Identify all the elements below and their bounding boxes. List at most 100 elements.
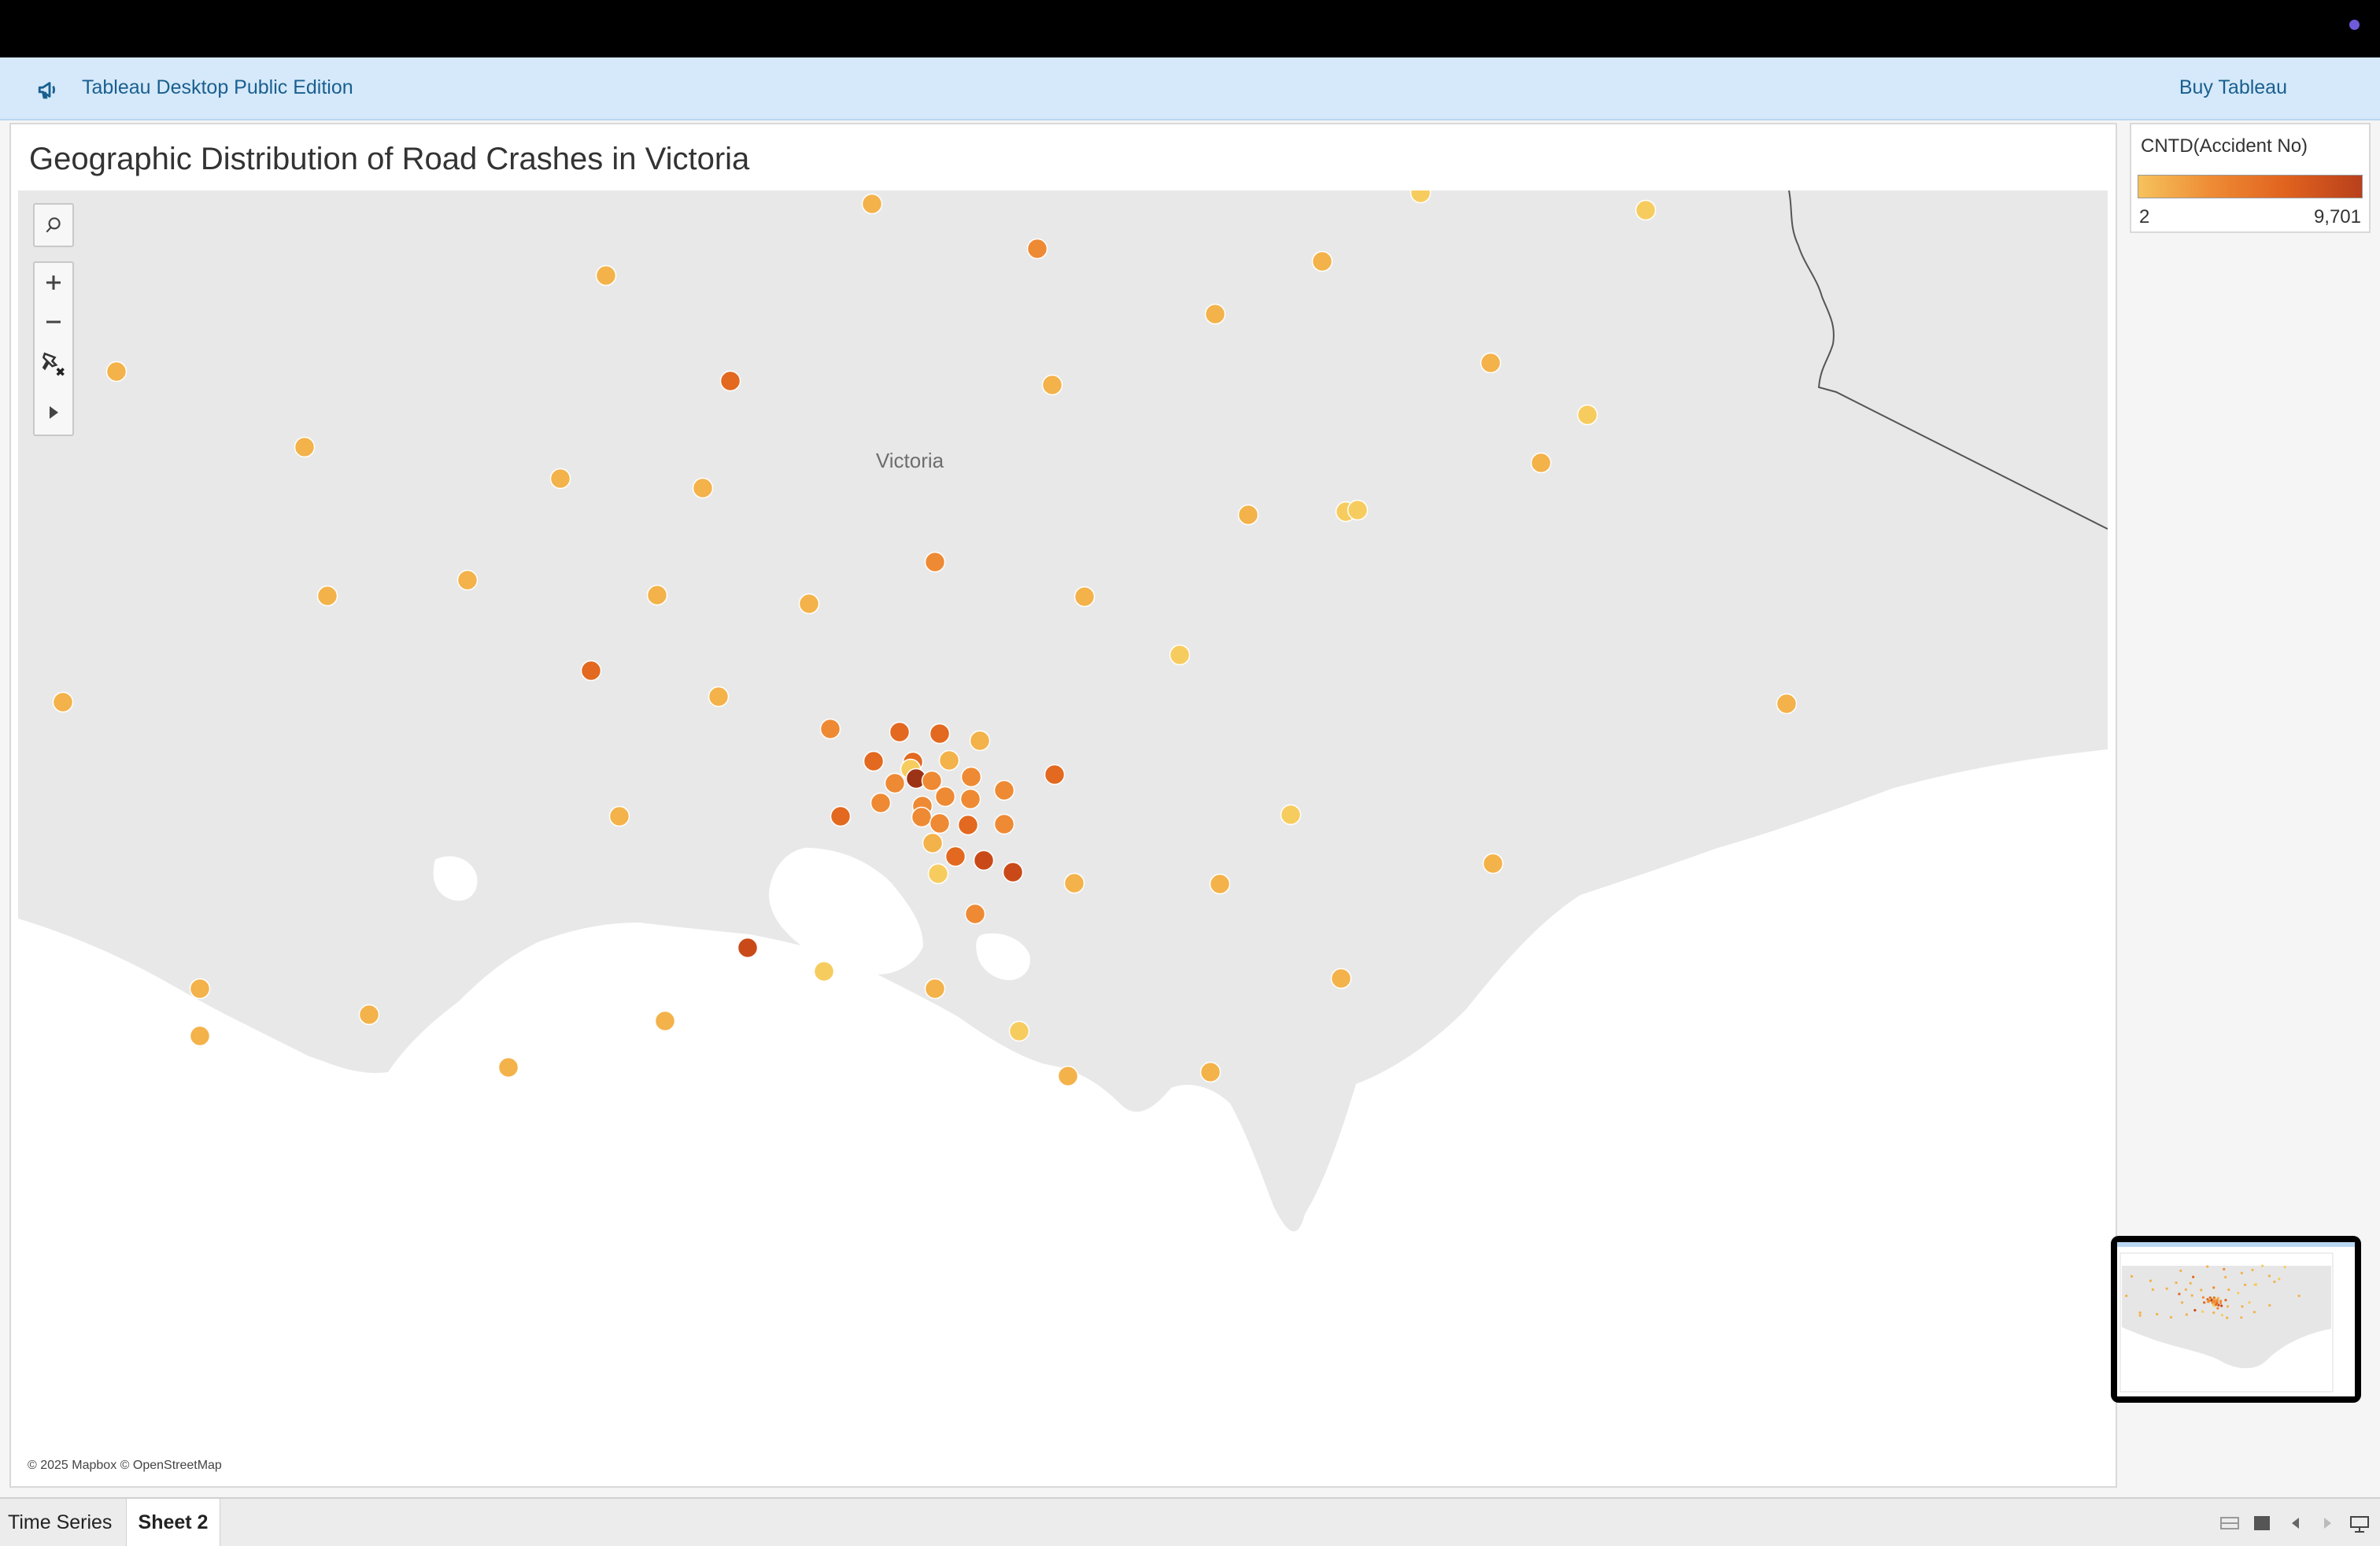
crash-point[interactable] (1635, 199, 1657, 221)
crash-point[interactable] (929, 812, 951, 834)
thumbnail-point (2200, 1289, 2203, 1292)
crash-point[interactable] (595, 264, 617, 287)
tab-sheet-2[interactable]: Sheet 2 (126, 1499, 220, 1546)
crash-point[interactable] (861, 193, 883, 215)
map-search-tool[interactable] (33, 203, 74, 247)
crash-point[interactable] (358, 1004, 380, 1026)
crash-point[interactable] (1008, 1020, 1030, 1042)
crash-point[interactable] (456, 569, 479, 591)
crash-point[interactable] (870, 792, 892, 814)
search-icon[interactable] (35, 205, 72, 246)
crash-point[interactable] (1057, 1065, 1079, 1087)
crash-point[interactable] (993, 779, 1015, 801)
crash-point[interactable] (1044, 764, 1066, 786)
crash-point[interactable] (316, 585, 338, 607)
clear-pin-icon[interactable] (35, 342, 72, 386)
crash-point[interactable] (813, 960, 835, 982)
crash-point[interactable] (737, 937, 759, 959)
crash-point[interactable] (1002, 861, 1024, 883)
next-sheet-icon[interactable] (2320, 1515, 2334, 1532)
crash-point[interactable] (52, 691, 74, 713)
crash-point[interactable] (1530, 452, 1552, 474)
presentation-mode-icon[interactable] (2349, 1515, 2371, 1533)
crash-point[interactable] (863, 750, 885, 772)
crash-point[interactable] (1169, 644, 1191, 666)
map-attribution[interactable]: © 2025 Mapbox © OpenStreetMap (28, 1459, 222, 1473)
window-thumbnail[interactable] (2111, 1236, 2361, 1403)
crash-point[interactable] (830, 805, 852, 827)
crash-point[interactable] (964, 903, 986, 925)
crash-point[interactable] (1041, 374, 1063, 396)
zoom-in-icon[interactable] (35, 263, 72, 302)
crash-point[interactable] (1026, 238, 1048, 260)
crash-point[interactable] (1347, 499, 1369, 521)
color-legend[interactable]: CNTD(Accident No) 2 9,701 (2130, 123, 2371, 233)
crash-point[interactable] (798, 593, 820, 615)
map-canvas[interactable]: Victoria (18, 190, 2108, 1477)
crash-point[interactable] (189, 978, 211, 1000)
crash-point[interactable] (924, 551, 946, 573)
crash-point[interactable] (294, 436, 316, 458)
crash-point[interactable] (884, 772, 906, 794)
crash-point[interactable] (1199, 1061, 1221, 1083)
legend-min-label: 2 (2139, 206, 2150, 227)
crash-point[interactable] (1063, 872, 1085, 894)
map-view[interactable]: Victoria (18, 190, 2108, 1477)
tab-time-series[interactable]: Time Series (8, 1499, 112, 1546)
crash-point[interactable] (1480, 352, 1502, 374)
crash-point[interactable] (959, 788, 981, 810)
crash-point[interactable] (1074, 586, 1096, 608)
crash-point[interactable] (1482, 853, 1504, 875)
crash-point[interactable] (927, 863, 949, 885)
crash-point[interactable] (608, 805, 630, 827)
buy-tableau-link[interactable]: Buy Tableau (2179, 76, 2287, 99)
zoom-out-icon[interactable] (35, 302, 72, 342)
crash-point[interactable] (1209, 873, 1231, 895)
crash-point[interactable] (922, 832, 944, 854)
crash-point[interactable] (549, 468, 571, 490)
crash-point[interactable] (497, 1056, 519, 1078)
thumbnail-point (2217, 1304, 2220, 1307)
crash-point[interactable] (1311, 250, 1333, 272)
crash-point[interactable] (973, 849, 995, 871)
crash-point[interactable] (646, 584, 668, 606)
thumbnail-point (2206, 1297, 2209, 1301)
crash-point[interactable] (1330, 967, 1352, 989)
thumbnail-point (2212, 1304, 2216, 1307)
crash-point[interactable] (692, 477, 714, 499)
crash-point[interactable] (944, 845, 966, 867)
thumbnail-point (2216, 1307, 2219, 1310)
crash-point[interactable] (1237, 504, 1259, 526)
crash-point[interactable] (719, 370, 741, 392)
crash-point[interactable] (911, 806, 933, 828)
crash-point[interactable] (921, 770, 943, 792)
crash-point[interactable] (889, 721, 911, 743)
thumbnail-point (2278, 1278, 2281, 1281)
crash-point[interactable] (924, 978, 946, 1000)
crash-point[interactable] (993, 813, 1015, 835)
crash-point[interactable] (708, 686, 730, 708)
filmstrip-icon[interactable] (2252, 1515, 2271, 1532)
thumbnail-point (2190, 1294, 2193, 1297)
thumbnail-point (2184, 1288, 2187, 1291)
crash-point[interactable] (1776, 693, 1798, 715)
crash-point[interactable] (1576, 404, 1598, 426)
thumbnail-point (2220, 1314, 2224, 1317)
crash-point[interactable] (1280, 804, 1302, 826)
crash-point[interactable] (654, 1010, 676, 1032)
crash-point[interactable] (957, 814, 979, 836)
crash-point[interactable] (580, 660, 602, 682)
crash-point[interactable] (189, 1025, 211, 1047)
thumbnail-point (2223, 1267, 2226, 1270)
crash-point[interactable] (105, 361, 128, 383)
crash-point[interactable] (960, 766, 982, 788)
crash-point[interactable] (929, 723, 951, 745)
crash-point[interactable] (934, 786, 956, 808)
show-tabs-icon[interactable] (2219, 1515, 2240, 1532)
expand-icon[interactable] (35, 389, 72, 436)
previous-sheet-icon[interactable] (2289, 1515, 2303, 1532)
crash-point[interactable] (1204, 303, 1226, 325)
crash-point[interactable] (938, 749, 960, 771)
crash-point[interactable] (819, 718, 841, 740)
crash-point[interactable] (969, 730, 991, 752)
